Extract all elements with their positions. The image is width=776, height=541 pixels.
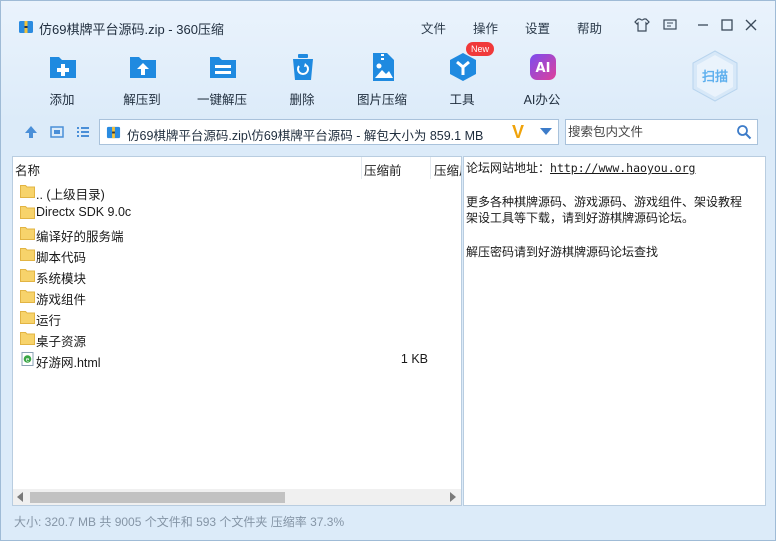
folder-icon bbox=[20, 311, 35, 324]
menu-help[interactable]: 帮助 bbox=[577, 18, 602, 37]
list-item-name: Directx SDK 9.0c bbox=[36, 205, 132, 219]
folder-icon bbox=[20, 290, 35, 303]
scan-button[interactable]: 扫描 bbox=[691, 49, 739, 103]
list-item[interactable]: Directx SDK 9.0c bbox=[13, 202, 461, 223]
add-icon bbox=[50, 57, 76, 78]
list-item[interactable]: 游戏组件 bbox=[13, 286, 461, 307]
list-item[interactable]: e 好游网.html 1 KB bbox=[13, 349, 461, 370]
skin-icon[interactable] bbox=[633, 16, 651, 34]
extract-to-label: 解压到 bbox=[123, 93, 161, 107]
search-input[interactable] bbox=[568, 122, 728, 142]
svg-text:e: e bbox=[26, 356, 30, 363]
folder-icon bbox=[20, 185, 35, 198]
list-item-name: 桌子资源 bbox=[36, 335, 87, 349]
one-click-extract-icon bbox=[210, 57, 236, 78]
tools-button[interactable]: 工具 bbox=[427, 49, 497, 109]
comment-line-4: 解压密码请到好游棋牌源码论坛查找 bbox=[466, 245, 659, 259]
add-button[interactable]: 添加 bbox=[27, 49, 97, 109]
address-bar[interactable]: 仿69棋牌平台源码.zip\仿69棋牌平台源码 - 解包大小为 859.1 MB… bbox=[99, 119, 559, 145]
list-item-name: 游戏组件 bbox=[36, 293, 87, 307]
add-label: 添加 bbox=[49, 93, 75, 107]
ai-office-icon: AI bbox=[530, 54, 556, 80]
ai-text: AI bbox=[536, 61, 551, 76]
folder-icon bbox=[20, 227, 35, 240]
folder-icon bbox=[20, 248, 35, 261]
ai-office-button[interactable]: AI AI办公 bbox=[507, 49, 577, 109]
list-item-name: .. (上级目录) bbox=[36, 188, 105, 202]
list-item-name: 脚本代码 bbox=[36, 251, 87, 265]
list-item[interactable]: 系统模块 bbox=[13, 265, 461, 286]
list-item[interactable]: 脚本代码 bbox=[13, 244, 461, 265]
column-header-compressed-size[interactable]: 压缩后 bbox=[434, 160, 461, 179]
html-file-icon: e bbox=[21, 352, 34, 366]
comment-line-3: 架设工具等下载，请到好游棋牌源码论坛。 bbox=[466, 211, 695, 225]
one-click-extract-label: 一键解压 bbox=[196, 93, 247, 107]
new-badge: New bbox=[466, 42, 495, 56]
delete-button[interactable]: 删除 bbox=[267, 49, 337, 109]
folder-icon bbox=[20, 332, 35, 345]
app-window: 仿69棋牌平台源码.zip - 360压缩 文件 操作 设置 帮助 添加 解压到… bbox=[0, 0, 776, 541]
comment-line-website: 论坛网站地址：http://www.haoyou.org bbox=[466, 159, 695, 176]
chevron-down-icon[interactable] bbox=[540, 128, 552, 135]
scroll-right-icon[interactable] bbox=[450, 492, 456, 502]
list-item[interactable]: 桌子资源 bbox=[13, 328, 461, 349]
menu-file[interactable]: 文件 bbox=[421, 18, 446, 37]
close-icon[interactable] bbox=[742, 16, 760, 34]
list-item-size: 1 KB bbox=[400, 352, 428, 366]
image-compress-button[interactable]: 图片压缩 bbox=[347, 49, 417, 109]
image-compress-icon bbox=[373, 53, 394, 81]
website-label: 论坛网站地址： bbox=[466, 161, 551, 175]
up-arrow-icon[interactable] bbox=[23, 124, 39, 140]
horizontal-scrollbar[interactable] bbox=[13, 489, 461, 505]
scan-label: 扫描 bbox=[702, 69, 728, 85]
v-icon[interactable]: V bbox=[512, 122, 524, 143]
search-box bbox=[565, 119, 758, 145]
list-view-icon[interactable] bbox=[75, 124, 91, 140]
scroll-left-icon[interactable] bbox=[17, 492, 23, 502]
folder-icon bbox=[20, 269, 35, 282]
column-separator[interactable] bbox=[361, 157, 362, 179]
extract-to-icon bbox=[130, 57, 156, 78]
list-item[interactable]: .. (上级目录) bbox=[13, 181, 461, 202]
delete-label: 删除 bbox=[289, 93, 315, 107]
zip-file-icon bbox=[106, 126, 121, 139]
image-compress-label: 图片压缩 bbox=[356, 93, 407, 107]
website-link[interactable]: http://www.haoyou.org bbox=[550, 161, 695, 175]
status-bar: 大小: 320.7 MB 共 9005 个文件和 593 个文件夹 压缩率 37… bbox=[14, 515, 345, 529]
list-item[interactable]: 编译好的服务端 bbox=[13, 223, 461, 244]
address-path: 仿69棋牌平台源码.zip\仿69棋牌平台源码 - 解包大小为 859.1 MB bbox=[127, 129, 484, 143]
thumbnail-view-icon[interactable] bbox=[49, 124, 65, 140]
feedback-icon[interactable] bbox=[661, 16, 679, 34]
window-title: 仿69棋牌平台源码.zip - 360压缩 bbox=[39, 22, 224, 37]
scrollbar-thumb[interactable] bbox=[30, 492, 285, 503]
menu-operate[interactable]: 操作 bbox=[473, 18, 498, 37]
column-header-original-size[interactable]: 压缩前 bbox=[364, 160, 402, 179]
folder-icon bbox=[20, 206, 35, 219]
file-list-panel: 名称 压缩前 压缩后 .. (上级目录) Directx SDK 9.0c 编译好的… bbox=[12, 156, 462, 506]
minimize-icon[interactable] bbox=[694, 16, 712, 34]
column-separator[interactable] bbox=[430, 157, 431, 179]
column-header-name[interactable]: 名称 bbox=[15, 160, 40, 179]
one-click-extract-button[interactable]: 一键解压 bbox=[187, 49, 257, 109]
list-item[interactable]: 运行 bbox=[13, 307, 461, 328]
list-item-name: 好游网.html bbox=[36, 356, 101, 370]
ai-office-label: AI办公 bbox=[523, 93, 561, 107]
search-icon[interactable] bbox=[736, 124, 752, 140]
trash-icon bbox=[293, 54, 313, 80]
tools-label: 工具 bbox=[449, 93, 475, 107]
list-item-name: 运行 bbox=[36, 314, 62, 328]
comment-line-2: 更多各种棋牌源码、游戏源码、游戏组件、架设教程 bbox=[466, 195, 743, 209]
title-bar: 仿69棋牌平台源码.zip - 360压缩 文件 操作 设置 帮助 bbox=[1, 1, 775, 41]
list-item-name: 系统模块 bbox=[36, 272, 87, 286]
comment-panel: 论坛网站地址：http://www.haoyou.org 更多各种棋牌源码、游戏… bbox=[463, 156, 766, 506]
extract-to-button[interactable]: 解压到 bbox=[107, 49, 177, 109]
list-item-name: 编译好的服务端 bbox=[36, 230, 124, 244]
menu-settings[interactable]: 设置 bbox=[525, 18, 550, 37]
app-logo-icon bbox=[19, 21, 33, 33]
maximize-icon[interactable] bbox=[718, 16, 736, 34]
